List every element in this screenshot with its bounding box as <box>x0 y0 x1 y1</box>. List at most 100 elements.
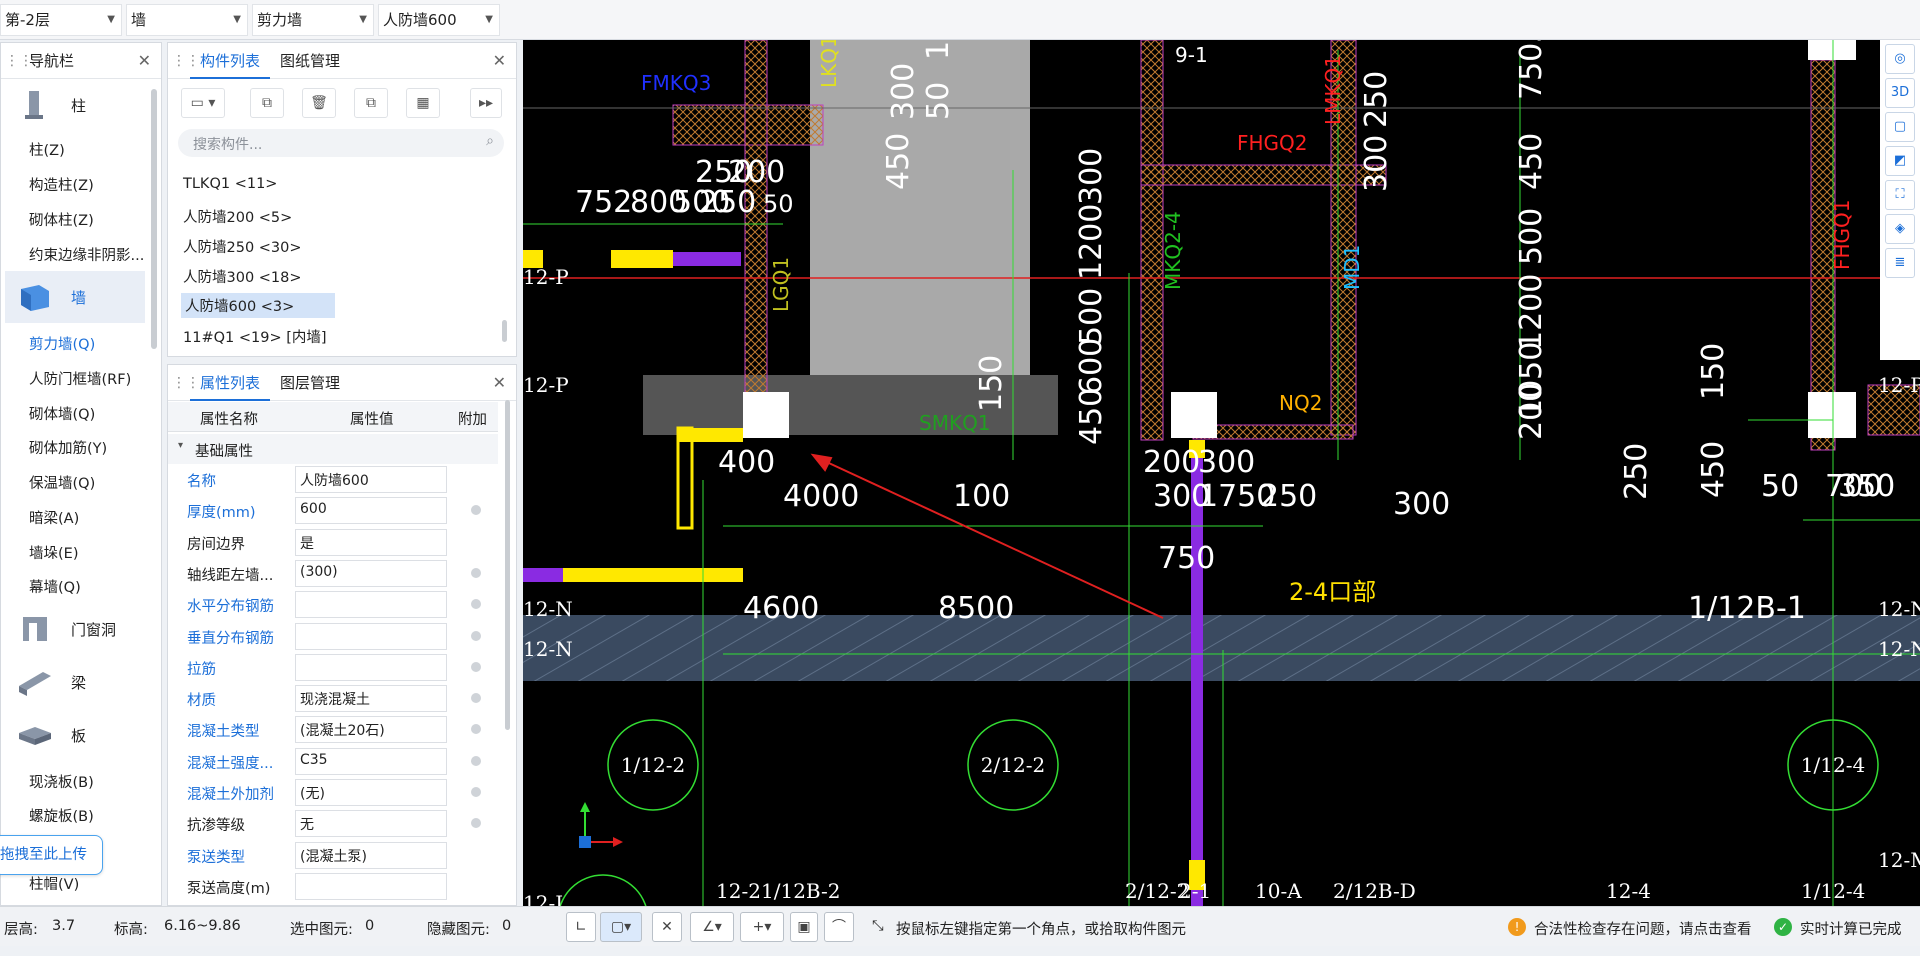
component-item[interactable]: 11#Q1 <19> [内墙] <box>183 326 327 347</box>
nav-group-wall[interactable]: 墙 <box>5 271 145 323</box>
cad-drawing[interactable]: 7528005002502502005045030050130120030050… <box>523 40 1920 906</box>
nav-group-openings[interactable]: 门窗洞 <box>5 603 145 655</box>
nav-scrollbar[interactable] <box>151 89 157 349</box>
nav-item-boundary-element[interactable]: 约束边缘非阴影... <box>29 244 144 265</box>
ortho-mode-button[interactable]: ∟ <box>566 912 596 942</box>
property-row[interactable]: 厚度(mm) 600 <box>168 495 498 526</box>
validation-warning-link[interactable]: 合法性检查存在问题，请点击查看 <box>1534 918 1752 939</box>
angle-snap-button[interactable]: ∠▾ <box>690 912 734 942</box>
property-row[interactable]: 拉筋 <box>168 652 498 683</box>
close-icon[interactable]: ✕ <box>138 51 151 70</box>
view-cube-icon[interactable]: ◩ <box>1885 146 1915 176</box>
component-list-scrollbar[interactable] <box>502 320 507 342</box>
column-block[interactable] <box>1808 40 1856 60</box>
hatched-wall[interactable] <box>1140 40 1164 441</box>
component-item[interactable]: 人防墙300 <18> <box>183 266 302 287</box>
attach-toggle[interactable] <box>471 599 481 610</box>
property-row[interactable]: 名称 人防墙600 <box>168 464 498 495</box>
attach-toggle[interactable] <box>471 567 481 578</box>
property-value-input[interactable]: 是 <box>295 528 447 556</box>
upload-drop-button[interactable]: 拖拽至此上传 <box>0 835 103 875</box>
offset-snap-button[interactable]: +▾ <box>740 912 784 942</box>
property-row[interactable]: 混凝土类型 (混凝土20石) <box>168 714 498 745</box>
column-block[interactable] <box>743 392 789 438</box>
nav-group-slab[interactable]: 板 <box>5 709 145 761</box>
nav-item-column[interactable]: 柱(Z) <box>29 139 65 160</box>
nav-group-beam[interactable]: 梁 <box>5 656 145 708</box>
view-box-icon[interactable]: ▢ <box>1885 112 1915 142</box>
component-item[interactable]: 人防墙200 <5> <box>183 206 292 227</box>
report-icon[interactable]: ≣ <box>1885 248 1915 278</box>
tab-property-list[interactable]: 属性列表 <box>190 365 271 401</box>
filter-component-button[interactable]: ▦ <box>406 88 440 118</box>
door-frame[interactable] <box>676 426 694 530</box>
close-icon[interactable]: ✕ <box>493 373 506 392</box>
nav-item-masonry-rebar[interactable]: 砌体加筋(Y) <box>29 437 107 458</box>
grip-icon[interactable]: ⋮⋮ <box>172 53 200 69</box>
property-value-input[interactable]: (混凝土泵) <box>295 841 447 869</box>
close-icon[interactable]: ✕ <box>493 51 506 70</box>
nav-item-hidden-beam[interactable]: 暗梁(A) <box>29 507 79 528</box>
door-element[interactable] <box>678 428 743 442</box>
property-row[interactable]: 房间边界 是 <box>168 527 498 558</box>
property-value-input[interactable]: 人防墙600 <box>295 466 447 493</box>
grip-icon[interactable]: ⋮⋮ <box>5 53 33 69</box>
nav-item-column-cap[interactable]: 柱帽(V) <box>29 873 79 894</box>
property-row[interactable]: 泵送高度(m) <box>168 871 498 902</box>
property-value-input[interactable] <box>295 622 447 650</box>
collapse-icon[interactable]: ▾ <box>178 440 183 451</box>
nav-item-masonry-column[interactable]: 砌体柱(Z) <box>29 209 94 230</box>
orbit-icon[interactable]: ◎ <box>1885 44 1915 74</box>
attach-toggle[interactable] <box>471 505 481 516</box>
nav-item-cast-slab[interactable]: 现浇板(B) <box>29 771 94 792</box>
nav-item-shear-wall[interactable]: 剪力墙(Q) <box>29 333 95 354</box>
select-rect-button[interactable]: ▢▾ <box>600 912 642 942</box>
door-element[interactable] <box>611 250 673 268</box>
layer-view-icon[interactable]: ◈ <box>1885 214 1915 244</box>
fullscreen-icon[interactable]: ⛶ <box>1885 180 1915 210</box>
property-row[interactable]: 泵送类型 (混凝土泵) <box>168 840 498 871</box>
property-value-input[interactable] <box>295 653 447 681</box>
warning-icon[interactable]: ! <box>1508 918 1526 936</box>
component-item[interactable]: TLKQ1 <11> <box>183 176 277 192</box>
property-row[interactable]: 材质 现浇混凝土 <box>168 683 498 714</box>
search-input[interactable]: 搜索构件... <box>193 134 262 154</box>
search-box[interactable]: 搜索构件... ⌕ <box>178 129 504 157</box>
property-value-input[interactable]: (无) <box>295 779 447 806</box>
property-value-input[interactable]: C35 <box>295 747 447 775</box>
category-select[interactable]: 墙 ▼ <box>126 4 248 36</box>
delete-component-button[interactable]: 🗑 <box>302 88 336 118</box>
attach-toggle[interactable] <box>471 661 481 672</box>
duplicate-layer-button[interactable]: ⧉ <box>354 88 388 118</box>
drawing-canvas[interactable]: 7528005002502502005045030050130120030050… <box>523 40 1920 906</box>
attach-toggle[interactable] <box>471 787 481 797</box>
column-block[interactable] <box>1171 392 1217 438</box>
nav-item-wall-pier[interactable]: 墙垛(E) <box>29 542 78 563</box>
attach-toggle[interactable] <box>471 818 481 829</box>
dynamic-input-button[interactable]: ▣ <box>790 912 818 942</box>
copy-component-button[interactable]: ⧉ <box>250 88 284 118</box>
attach-toggle[interactable] <box>471 755 481 766</box>
attach-toggle[interactable] <box>471 693 481 704</box>
property-section-basic[interactable]: ▾ 基础属性 <box>168 434 498 464</box>
more-tools-button[interactable]: ▸▸ <box>470 88 502 118</box>
nav-item-constructional-column[interactable]: 构造柱(Z) <box>29 174 94 195</box>
attach-toggle[interactable] <box>471 724 481 735</box>
property-row[interactable]: 轴线距左墙... (300) <box>168 558 498 589</box>
nav-item-insulation-wall[interactable]: 保温墙(Q) <box>29 472 95 493</box>
nav-item-civil-defense-door-frame[interactable]: 人防门框墙(RF) <box>29 368 131 389</box>
arc-mode-button[interactable]: ⌒ <box>824 912 854 942</box>
nav-group-column[interactable]: 柱 <box>5 79 145 131</box>
grip-icon[interactable]: ⋮⋮ <box>172 375 200 391</box>
property-scrollbar[interactable] <box>505 400 510 730</box>
nav-item-spiral-slab[interactable]: 螺旋板(B) <box>29 805 94 826</box>
property-row[interactable]: 水平分布钢筋 <box>168 589 498 620</box>
new-component-button[interactable]: ▭ ▾ <box>181 88 225 118</box>
search-icon[interactable]: ⌕ <box>486 133 494 149</box>
property-row[interactable]: 混凝土外加剂 (无) <box>168 777 498 808</box>
property-row[interactable]: 抗渗等级 无 <box>168 808 498 839</box>
property-row[interactable]: 垂直分布钢筋 <box>168 621 498 652</box>
property-value-input[interactable]: (300) <box>295 559 447 587</box>
column-block[interactable] <box>1808 392 1856 438</box>
component-item-selected[interactable]: 人防墙600 <3> <box>181 293 335 318</box>
